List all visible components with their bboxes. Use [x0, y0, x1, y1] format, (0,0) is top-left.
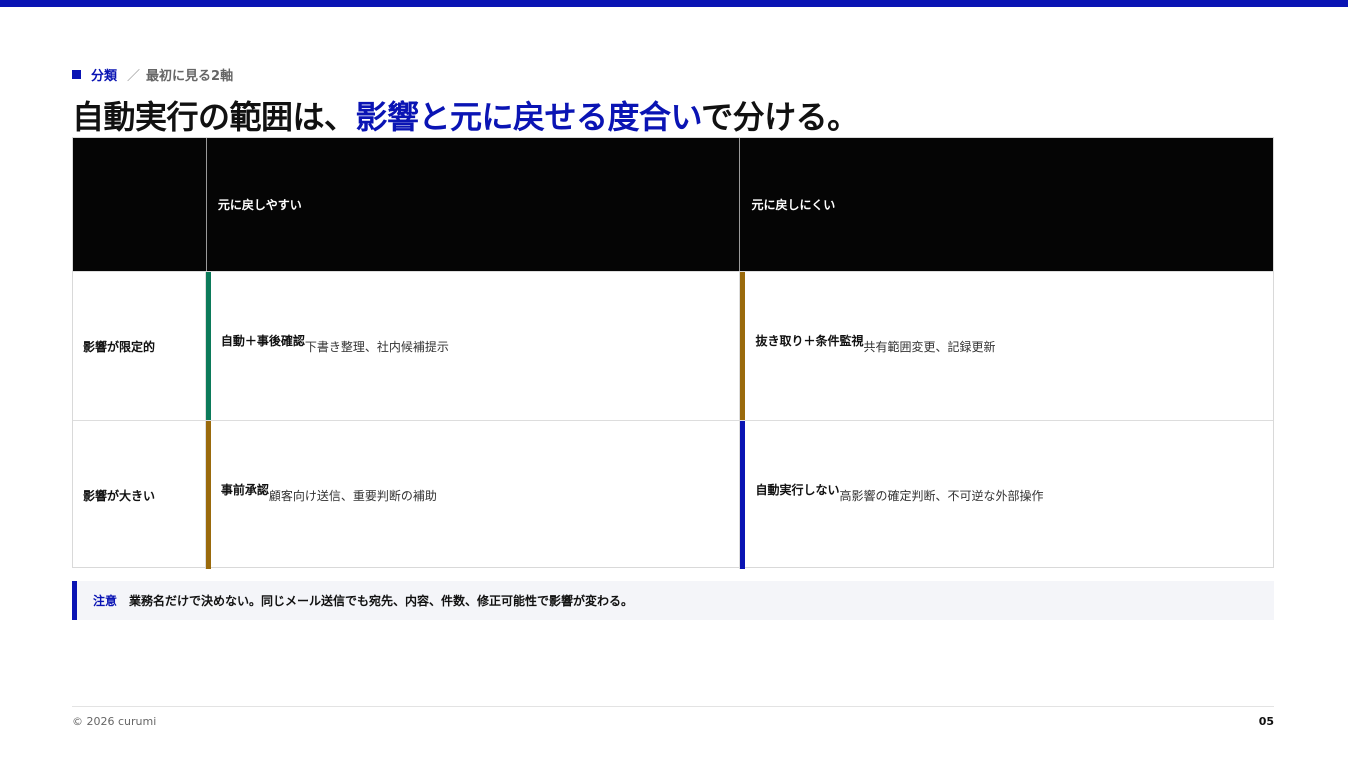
amber-stripe	[205, 421, 211, 569]
section-sublabel: 最初に見る2軸	[146, 68, 234, 84]
cell-title: 抜き取り＋条件監視	[755, 333, 864, 348]
column-header-easy-revert: 元に戻しやすい	[205, 138, 740, 271]
row-label-limited-impact: 影響が限定的	[73, 272, 206, 420]
top-accent-bar	[0, 0, 1348, 7]
cell-title: 事前承認	[220, 482, 269, 497]
title-accent: 影響と元に戻せる度合い	[355, 98, 702, 136]
cell-large-easy: 事前承認 顧客向け送信、重要判断の補助	[205, 421, 740, 569]
cell-limited-easy: 自動＋事後確認 下書き整理、社内候補提示	[205, 272, 740, 420]
note-text: 業務名だけで決めない。同じメール送信でも宛先、内容、件数、修正可能性で影響が変わ…	[129, 594, 634, 608]
cell-detail: 共有範囲変更、記録更新	[863, 339, 996, 354]
footer-divider	[72, 706, 1274, 707]
cell-title: 自動実行しない	[755, 482, 840, 497]
page-number: 05	[1258, 715, 1274, 728]
title-prefix: 自動実行の範囲は、	[72, 98, 356, 136]
copyright: © 2026 curumi	[72, 715, 157, 728]
title-suffix: で分ける。	[701, 98, 859, 136]
column-header-hard-revert: 元に戻しにくい	[739, 138, 1273, 271]
cell-limited-hard: 抜き取り＋条件監視 共有範囲変更、記録更新	[739, 272, 1273, 420]
eyebrow-separator: ／	[127, 68, 141, 84]
matrix-row-large-impact: 影響が大きい 事前承認 顧客向け送信、重要判断の補助 自動実行しない 高影響の確…	[73, 420, 1273, 569]
matrix-header-row: 元に戻しやすい 元に戻しにくい	[73, 138, 1273, 271]
cell-large-hard: 自動実行しない 高影響の確定判断、不可逆な外部操作	[739, 421, 1273, 569]
section-eyebrow: 分類 ／ 最初に見る2軸	[72, 64, 233, 84]
note-tag: 注意	[93, 594, 118, 608]
page-title: 自動実行の範囲は、影響と元に戻せる度合いで分ける。	[72, 92, 859, 142]
note-accent-bar	[72, 581, 77, 620]
cell-detail: 高影響の確定判断、不可逆な外部操作	[839, 488, 1044, 503]
amber-stripe	[740, 272, 746, 420]
cell-detail: 下書き整理、社内候補提示	[304, 339, 449, 354]
square-bullet-icon	[72, 69, 81, 79]
green-stripe	[205, 272, 211, 420]
matrix-corner-cell	[73, 138, 206, 271]
cell-detail: 顧客向け送信、重要判断の補助	[268, 488, 437, 503]
blue-stripe	[740, 421, 746, 569]
row-label-large-impact: 影響が大きい	[73, 421, 206, 569]
cell-title: 自動＋事後確認	[220, 333, 305, 348]
caution-note: 注意 業務名だけで決めない。同じメール送信でも宛先、内容、件数、修正可能性で影響…	[72, 581, 1274, 620]
classification-matrix: 元に戻しやすい 元に戻しにくい 影響が限定的 自動＋事後確認 下書き整理、社内候…	[72, 137, 1274, 569]
matrix-row-limited-impact: 影響が限定的 自動＋事後確認 下書き整理、社内候補提示 抜き取り＋条件監視 共有…	[73, 271, 1273, 420]
section-label: 分類	[91, 68, 118, 84]
